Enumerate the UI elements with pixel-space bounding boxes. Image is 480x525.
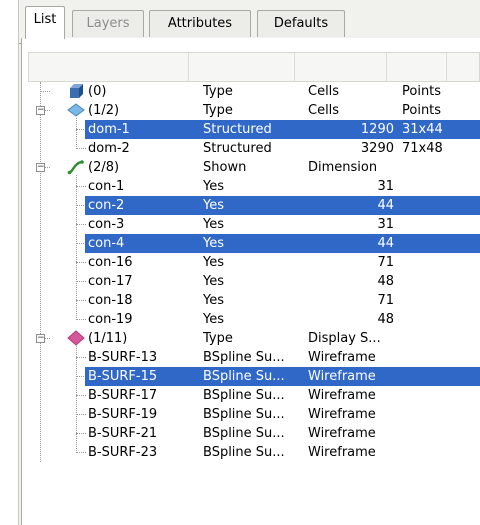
- column-header: [28, 52, 480, 82]
- group-count: (1/2): [88, 103, 120, 118]
- item-type: BSpline Su...: [203, 388, 285, 403]
- tree-item-row[interactable]: con-2 Yes 44: [22, 196, 480, 215]
- column-header-points[interactable]: [387, 53, 447, 81]
- tree-group-row[interactable]: (1/2) Type Cells Points: [22, 101, 480, 120]
- tree-item-row[interactable]: B-SURF-13 BSpline Su... Wireframe: [22, 348, 480, 367]
- item-points: 71x48: [402, 141, 443, 156]
- item-points: 31x44: [402, 122, 443, 137]
- item-cells: Wireframe: [308, 350, 376, 365]
- tree-item-row[interactable]: B-SURF-17 BSpline Su... Wireframe: [22, 386, 480, 405]
- group-column-cells: Cells: [308, 84, 340, 99]
- group-count: (0): [88, 84, 107, 99]
- item-name: B-SURF-15: [88, 369, 158, 384]
- item-type: Yes: [203, 217, 224, 232]
- item-name: con-18: [88, 293, 133, 308]
- item-name: dom-1: [88, 122, 130, 137]
- group-column-type: Shown: [203, 160, 247, 175]
- item-type: Yes: [203, 293, 224, 308]
- item-type: BSpline Su...: [203, 445, 285, 460]
- item-name: con-19: [88, 312, 133, 327]
- item-name: B-SURF-21: [88, 426, 158, 441]
- item-name: dom-2: [88, 141, 130, 156]
- group-column-cells: Display S...: [308, 331, 381, 346]
- item-type: BSpline Su...: [203, 426, 285, 441]
- tree-view[interactable]: (0) Type Cells Points − (1/2) Type Cells Points d…: [21, 38, 480, 525]
- tree-group-row[interactable]: (1/11) Type Display S...: [22, 329, 480, 348]
- item-cells: 44: [377, 198, 394, 213]
- tree-item-row[interactable]: con-16 Yes 71: [22, 253, 480, 272]
- item-type: Yes: [203, 198, 224, 213]
- group-column-cells: Dimension: [308, 160, 378, 175]
- tree-item-row[interactable]: con-1 Yes 31: [22, 177, 480, 196]
- tab-list[interactable]: List: [25, 6, 65, 39]
- column-header-name[interactable]: [29, 53, 189, 81]
- item-type: BSpline Su...: [203, 369, 285, 384]
- selection-highlight: [85, 234, 480, 253]
- group-count: (1/11): [88, 331, 128, 346]
- item-cells: 71: [377, 293, 394, 308]
- tree-item-row[interactable]: dom-1 Structured 1290 31x44: [22, 120, 480, 139]
- tree-item-row[interactable]: B-SURF-21 BSpline Su... Wireframe: [22, 424, 480, 443]
- item-cells: Wireframe: [308, 445, 376, 460]
- tree-item-row[interactable]: con-18 Yes 71: [22, 291, 480, 310]
- item-cells: Wireframe: [308, 369, 376, 384]
- item-name: B-SURF-17: [88, 388, 158, 403]
- item-cells: Wireframe: [308, 407, 376, 422]
- item-cells: 31: [377, 217, 394, 232]
- group-column-type: Type: [203, 331, 233, 346]
- group-column-type: Type: [203, 84, 233, 99]
- item-cells: 3290: [360, 141, 394, 156]
- tree-item-row[interactable]: B-SURF-15 BSpline Su... Wireframe: [22, 367, 480, 386]
- selection-highlight: [85, 196, 480, 215]
- group-count: (2/8): [88, 160, 120, 175]
- column-header-extra[interactable]: [447, 53, 479, 81]
- item-name: B-SURF-19: [88, 407, 158, 422]
- item-type: Yes: [203, 255, 224, 270]
- column-header-cells[interactable]: [295, 53, 387, 81]
- tree-item-row[interactable]: B-SURF-19 BSpline Su... Wireframe: [22, 405, 480, 424]
- item-name: con-3: [88, 217, 125, 232]
- item-type: Yes: [203, 236, 224, 251]
- tab-layers: Layers: [72, 10, 144, 37]
- tree-item-row[interactable]: B-SURF-23 BSpline Su... Wireframe: [22, 443, 480, 462]
- item-cells: 44: [377, 236, 394, 251]
- column-header-type[interactable]: [189, 53, 295, 81]
- item-type: Structured: [203, 122, 272, 137]
- tab-bar: List Layers Attributes Defaults: [19, 6, 480, 44]
- tree-item-row[interactable]: dom-2 Structured 3290 71x48: [22, 139, 480, 158]
- group-column-points: Points: [402, 84, 442, 99]
- item-type: Yes: [203, 274, 224, 289]
- group-column-type: Type: [203, 103, 233, 118]
- item-name: con-16: [88, 255, 133, 270]
- tree-item-row[interactable]: con-17 Yes 48: [22, 272, 480, 291]
- group-column-points: Points: [402, 103, 442, 118]
- tab-defaults[interactable]: Defaults: [257, 10, 345, 37]
- tree-group-row[interactable]: (0) Type Cells Points: [22, 82, 480, 101]
- item-name: con-17: [88, 274, 133, 289]
- item-type: Yes: [203, 312, 224, 327]
- item-cells: 48: [377, 274, 394, 289]
- tree-group-row[interactable]: (2/8) Shown Dimension: [22, 158, 480, 177]
- tree-item-row[interactable]: con-19 Yes 48: [22, 310, 480, 329]
- item-cells: Wireframe: [308, 388, 376, 403]
- item-cells: 71: [377, 255, 394, 270]
- tree-item-row[interactable]: con-3 Yes 31: [22, 215, 480, 234]
- item-name: con-2: [88, 198, 125, 213]
- item-type: Structured: [203, 141, 272, 156]
- item-name: con-4: [88, 236, 125, 251]
- list-panel: List Layers Attributes Defaults (0) Type C…: [18, 0, 480, 525]
- item-name: B-SURF-23: [88, 445, 158, 460]
- item-cells: 48: [377, 312, 394, 327]
- item-cells: Wireframe: [308, 426, 376, 441]
- item-name: B-SURF-13: [88, 350, 158, 365]
- item-type: Yes: [203, 179, 224, 194]
- item-name: con-1: [88, 179, 125, 194]
- tab-attributes[interactable]: Attributes: [149, 10, 251, 37]
- item-type: BSpline Su...: [203, 350, 285, 365]
- tree-item-row[interactable]: con-4 Yes 44: [22, 234, 480, 253]
- item-type: BSpline Su...: [203, 407, 285, 422]
- item-cells: 31: [377, 179, 394, 194]
- item-cells: 1290: [360, 122, 394, 137]
- group-column-cells: Cells: [308, 103, 340, 118]
